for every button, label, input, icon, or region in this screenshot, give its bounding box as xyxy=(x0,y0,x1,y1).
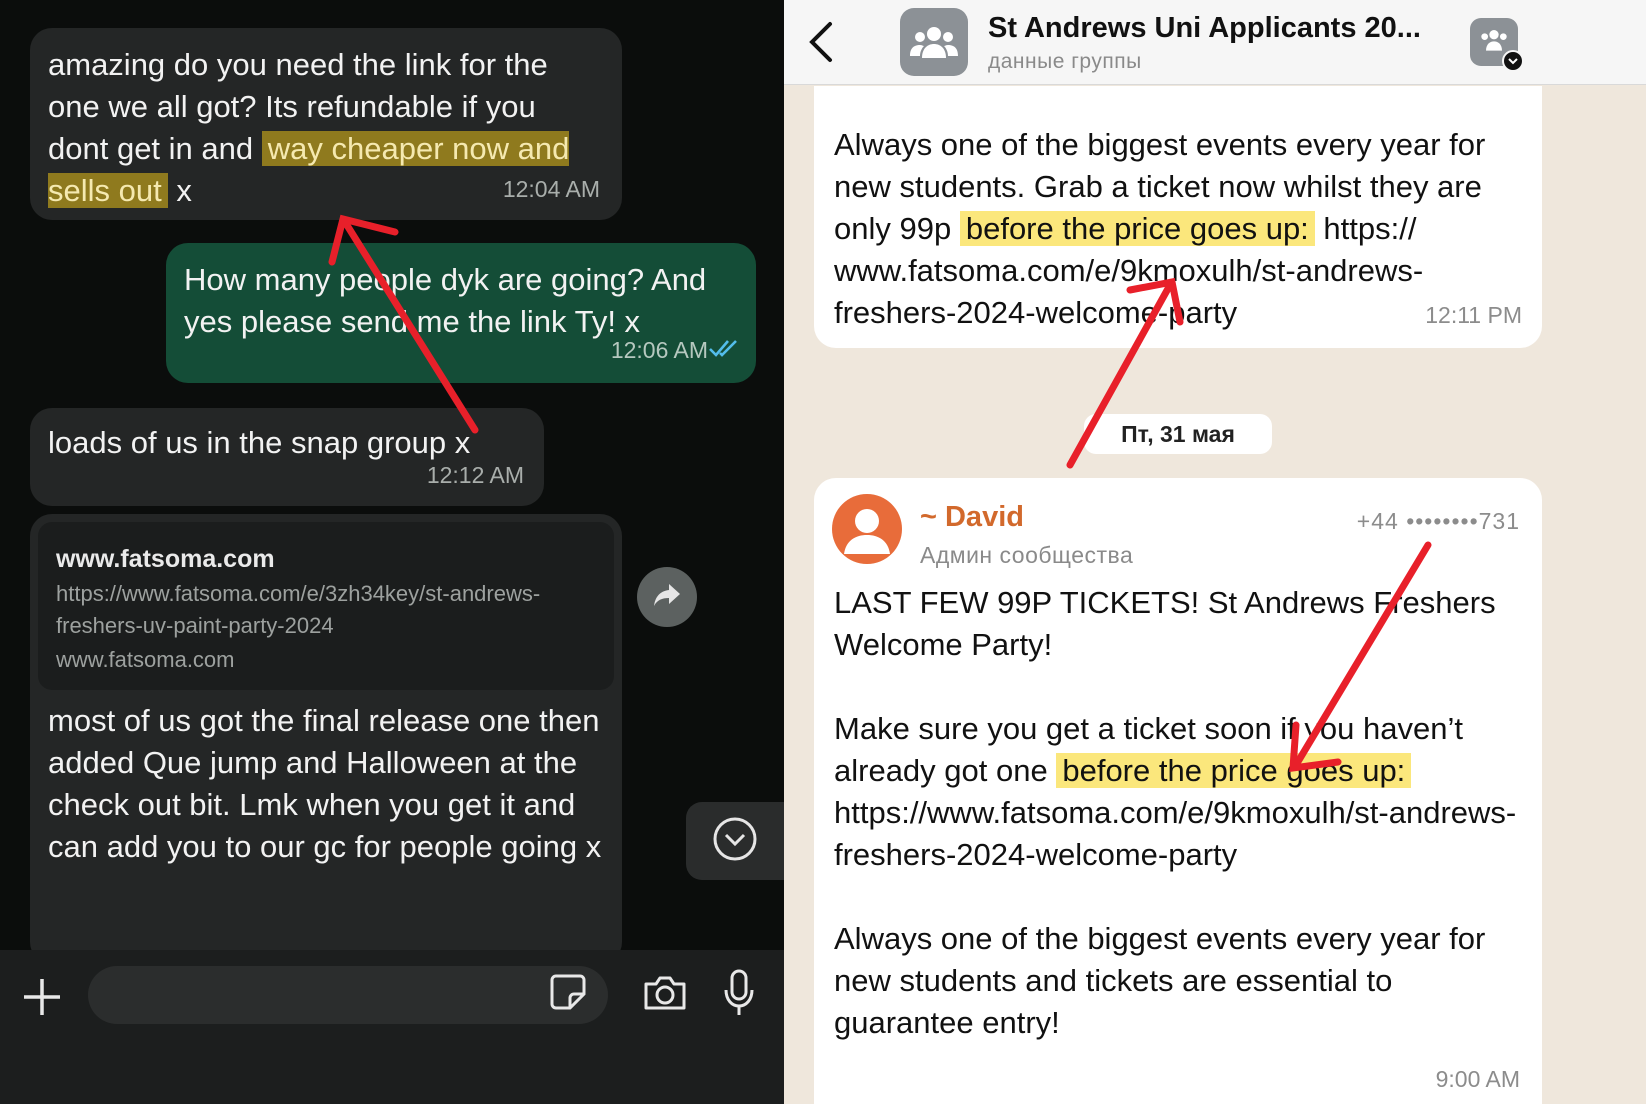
message-text: Always one of the biggest events every y… xyxy=(834,921,1486,1040)
group-title[interactable]: St Andrews Uni Applicants 20... xyxy=(988,12,1458,45)
sender-phone: +44 ••••••••731 xyxy=(1356,508,1520,534)
double-check-icon xyxy=(708,327,740,369)
scroll-to-bottom-button[interactable] xyxy=(686,802,784,880)
sender-name[interactable]: ~ David xyxy=(920,496,1024,538)
message-text: How many people dyk are going? And yes p… xyxy=(184,262,707,339)
message-time: 12:12 AM xyxy=(426,462,524,488)
highlighted-text: before the price goes up: xyxy=(959,211,1315,246)
message-link[interactable]: https://www.fatsoma.com/e/9kmoxulh/st-an… xyxy=(834,792,1524,876)
message-text: loads of us in the snap group x xyxy=(48,425,471,460)
message-text: most of us got the final release one the… xyxy=(48,703,602,864)
incoming-message[interactable]: Always one of the biggest events every y… xyxy=(814,86,1542,348)
message-time: 12:11 PM xyxy=(1425,302,1522,328)
chevron-down-icon xyxy=(1502,50,1524,72)
link-preview-site: www.fatsoma.com xyxy=(56,545,275,573)
message-input[interactable] xyxy=(88,966,608,1024)
message-time: 9:00 AM xyxy=(1435,1066,1520,1092)
message-text-end: x xyxy=(176,173,192,208)
message-text: LAST FEW 99P TICKETS! St Andrews Fresher… xyxy=(834,585,1496,662)
message-time: 12:04 AM xyxy=(502,176,600,202)
scroll-down-icon xyxy=(712,816,758,867)
outgoing-message[interactable]: How many people dyk are going? And yes p… xyxy=(166,243,756,383)
microphone-icon[interactable] xyxy=(722,968,756,1023)
left-chat-pane: amazing do you need the link for the one… xyxy=(0,0,784,1104)
group-subtitle: данные группы xyxy=(988,50,1142,73)
community-button[interactable] xyxy=(1470,18,1524,72)
right-group-pane: Always one of the biggest events every y… xyxy=(784,0,1646,1104)
back-chevron-icon[interactable] xyxy=(806,20,836,69)
forward-icon xyxy=(652,582,682,613)
message-time: 12:06 AM xyxy=(610,337,708,363)
sender-role: Админ сообщества xyxy=(920,542,1134,568)
plus-icon[interactable] xyxy=(20,975,64,1019)
date-separator: Пт, 31 мая xyxy=(1084,414,1272,454)
link-preview-url[interactable]: https://www.fatsoma.com/e/3zh34key/st-an… xyxy=(56,578,596,642)
incoming-message[interactable]: loads of us in the snap group x 12:12 AM xyxy=(30,408,544,506)
chat-header: St Andrews Uni Applicants 20... данные г… xyxy=(784,0,1646,85)
sticker-icon[interactable] xyxy=(548,972,588,1017)
message-body: LAST FEW 99P TICKETS! St Andrews Fresher… xyxy=(834,582,1524,1044)
highlighted-text: before the price goes up: xyxy=(1056,753,1412,788)
group-avatar[interactable] xyxy=(900,8,968,76)
incoming-message[interactable]: amazing do you need the link for the one… xyxy=(30,28,622,220)
avatar[interactable] xyxy=(832,494,902,564)
link-preview-domain: www.fatsoma.com xyxy=(56,647,235,672)
camera-icon[interactable] xyxy=(642,974,688,1017)
forward-button[interactable] xyxy=(637,567,697,627)
incoming-admin-message[interactable]: ~ David Админ сообщества +44 ••••••••731… xyxy=(814,478,1542,1104)
link-preview-card[interactable]: www.fatsoma.com https://www.fatsoma.com/… xyxy=(38,522,614,690)
compose-bar xyxy=(0,950,784,1104)
incoming-message-with-link[interactable]: www.fatsoma.com https://www.fatsoma.com/… xyxy=(30,514,622,964)
